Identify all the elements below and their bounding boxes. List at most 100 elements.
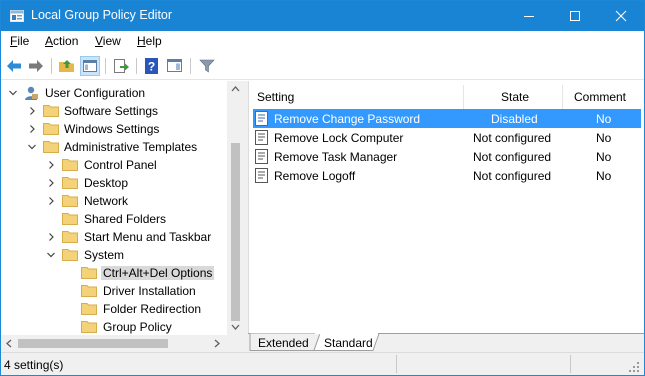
scrollbar-corner	[227, 335, 244, 352]
tree-vertical-scrollbar[interactable]	[227, 81, 244, 335]
settings-list[interactable]: Setting State Comment Remove Change Pass…	[248, 81, 644, 333]
policy-row-remove-logoff[interactable]: Remove Logoff Not configured No	[253, 166, 641, 185]
menu-view-accel: V	[95, 34, 103, 48]
tree-item-start-menu-and-taskbar[interactable]: Start Menu and Taskbar	[1, 228, 227, 246]
tab-extended[interactable]: Extended	[250, 334, 314, 352]
chevron-right-icon[interactable]	[46, 231, 56, 243]
tab-label: Standard	[324, 336, 373, 350]
tree-item-user-configuration[interactable]: User Configuration	[1, 84, 227, 102]
chevron-right-icon[interactable]	[46, 195, 56, 207]
tree-item-label: Driver Installation	[103, 284, 196, 298]
tree-item-administrative-templates[interactable]: Administrative Templates	[1, 138, 227, 156]
menu-view[interactable]: View	[95, 34, 121, 48]
title-bar[interactable]: Local Group Policy Editor	[1, 1, 644, 31]
column-header-setting[interactable]: Setting	[249, 85, 464, 109]
policy-setting-icon	[255, 111, 268, 126]
back-button[interactable]	[4, 56, 24, 76]
tree-item-label: System	[84, 248, 125, 262]
tree-item-windows-settings[interactable]: Windows Settings	[1, 120, 227, 138]
toolbar-separator	[136, 58, 137, 74]
column-header-label: State	[501, 90, 530, 104]
help-icon: ?	[145, 58, 158, 74]
tree-item-desktop[interactable]: Desktop	[1, 174, 227, 192]
close-icon	[615, 10, 627, 22]
tab-label: Extended	[258, 336, 309, 350]
column-header-comment[interactable]: Comment	[563, 85, 641, 109]
tree-item-driver-installation[interactable]: Driver Installation	[1, 282, 227, 300]
tree-item-label: Ctrl+Alt+Del Options	[101, 266, 215, 280]
up-one-level-button[interactable]	[57, 56, 77, 76]
tree-item-folder-redirection[interactable]: Folder Redirection	[1, 300, 227, 318]
policy-setting-icon	[255, 149, 268, 164]
svg-text:?: ?	[148, 60, 155, 74]
policy-row-remove-task-manager[interactable]: Remove Task Manager Not configured No	[253, 147, 641, 166]
tree-item-label: Software Settings	[64, 104, 159, 118]
chevron-right-icon[interactable]	[27, 105, 37, 117]
chevron-down-icon[interactable]	[8, 87, 18, 99]
chevron-right-icon[interactable]	[27, 123, 37, 135]
show-hide-tree-button[interactable]	[80, 56, 100, 76]
tree-item-software-settings[interactable]: Software Settings	[1, 102, 227, 120]
forward-button[interactable]	[26, 56, 46, 76]
resize-grip-icon[interactable]	[629, 362, 639, 372]
show-action-pane-button[interactable]	[165, 56, 185, 76]
scroll-up-arrow-icon[interactable]	[231, 85, 240, 93]
folder-icon	[81, 285, 97, 297]
chevron-down-icon[interactable]	[27, 141, 37, 153]
menu-help[interactable]: Help	[137, 34, 162, 48]
policy-state: Not configured	[473, 131, 552, 145]
tree-horizontal-scrollbar[interactable]	[1, 335, 227, 352]
status-bar: 4 setting(s)	[1, 352, 644, 375]
status-text: 4 setting(s)	[4, 358, 64, 372]
policy-state: Disabled	[491, 112, 538, 126]
maximize-button[interactable]	[552, 1, 598, 31]
tree-item-control-panel[interactable]: Control Panel	[1, 156, 227, 174]
scrollbar-thumb[interactable]	[231, 143, 240, 321]
scroll-right-arrow-icon[interactable]	[213, 339, 221, 348]
help-button[interactable]: ?	[142, 56, 162, 76]
tree-item-label: User Configuration	[45, 86, 146, 100]
filter-icon	[199, 59, 215, 73]
policy-row-remove-lock-computer[interactable]: Remove Lock Computer Not configured No	[253, 128, 641, 147]
menu-bar: File Action View Help	[1, 31, 644, 52]
menu-view-label: iew	[102, 34, 121, 48]
folder-icon	[62, 177, 78, 189]
chevron-right-icon[interactable]	[46, 177, 56, 189]
policy-comment: No	[596, 131, 612, 145]
policy-comment: No	[596, 169, 612, 183]
scroll-left-arrow-icon[interactable]	[5, 339, 13, 348]
folder-icon	[81, 321, 97, 333]
export-list-button[interactable]	[111, 56, 131, 76]
back-arrow-icon	[7, 60, 21, 72]
tree-item-ctrl-alt-del-options[interactable]: Ctrl+Alt+Del Options	[1, 264, 227, 282]
chevron-down-icon[interactable]	[46, 249, 56, 261]
export-list-icon	[114, 59, 129, 73]
folder-icon	[43, 123, 59, 135]
tree-item-label: Windows Settings	[64, 122, 160, 136]
policy-tree[interactable]: User Configuration Software Settings Win…	[1, 81, 244, 352]
forward-arrow-icon	[29, 60, 43, 72]
minimize-icon	[524, 16, 534, 17]
tab-standard[interactable]: Standard	[318, 334, 376, 352]
chevron-right-icon[interactable]	[46, 159, 56, 171]
policy-row-remove-change-password[interactable]: Remove Change Password Disabled No	[253, 109, 641, 128]
tree-item-label: Start Menu and Taskbar	[84, 230, 212, 244]
group-policy-app-icon	[10, 9, 24, 23]
policy-setting-name: Remove Lock Computer	[274, 131, 404, 145]
menu-file[interactable]: File	[10, 34, 29, 48]
window-title: Local Group Policy Editor	[31, 8, 173, 22]
tree-item-network[interactable]: Network	[1, 192, 227, 210]
scroll-down-arrow-icon[interactable]	[231, 323, 240, 331]
close-button[interactable]	[598, 1, 644, 31]
minimize-button[interactable]	[506, 1, 552, 31]
filter-button[interactable]	[197, 56, 217, 76]
tree-item-system[interactable]: System	[1, 246, 227, 264]
tree-item-shared-folders[interactable]: Shared Folders	[1, 210, 227, 228]
column-header-state[interactable]: State	[464, 85, 563, 109]
scrollbar-thumb[interactable]	[18, 339, 168, 348]
tree-item-group-policy[interactable]: Group Policy	[1, 318, 227, 336]
toolbar-separator	[51, 58, 52, 74]
policy-setting-icon	[255, 168, 268, 183]
policy-setting-name: Remove Task Manager	[274, 150, 398, 164]
menu-action[interactable]: Action	[45, 34, 78, 48]
